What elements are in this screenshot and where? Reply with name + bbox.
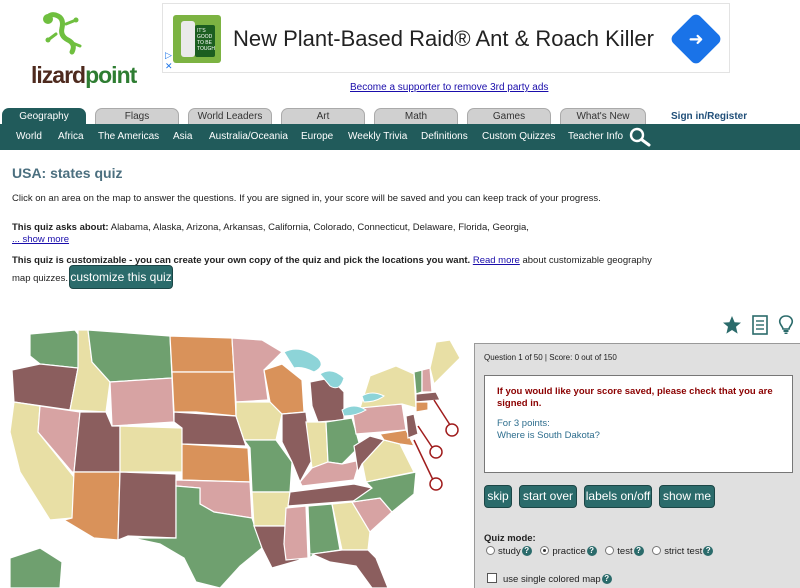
mode-strict-test-label: strict test: [664, 546, 703, 557]
read-more-link[interactable]: Read more: [473, 255, 520, 266]
subnav-australia-oceania[interactable]: Australia/Oceania: [209, 131, 288, 142]
subnav-asia[interactable]: Asia: [173, 131, 192, 142]
radio-practice[interactable]: [540, 546, 550, 555]
question-text: For 3 points: Where is South Dakota?: [497, 418, 780, 442]
state-alaska[interactable]: [9, 547, 63, 588]
document-icon[interactable]: [751, 315, 769, 335]
skip-button[interactable]: skip: [484, 485, 512, 508]
tab-games[interactable]: Games: [467, 108, 551, 124]
signin-warning-line1: If you would like your score saved, plea…: [497, 386, 773, 397]
tool-icons: [722, 314, 798, 336]
customize-quiz-button[interactable]: customize this quiz: [69, 265, 173, 289]
single-color-checkbox[interactable]: [487, 573, 497, 583]
mode-test-label: test: [617, 546, 633, 557]
state-maine[interactable]: [429, 339, 461, 386]
radio-test[interactable]: [605, 546, 615, 555]
quiz-intro: Click on an area on the map to answer th…: [12, 193, 601, 204]
customizable-rest: about customizable geography: [522, 255, 652, 266]
quiz-mode-label: Quiz mode:: [484, 533, 536, 544]
radio-study[interactable]: [486, 546, 495, 555]
state-south-dakota[interactable]: [171, 371, 237, 417]
ad-headline[interactable]: New Plant-Based Raid® Ant & Roach Killer: [233, 26, 654, 52]
state-vermont[interactable]: [413, 369, 423, 395]
tab-flags[interactable]: Flags: [95, 108, 179, 124]
subnav-custom-quizzes[interactable]: Custom Quizzes: [482, 131, 555, 142]
tab-world-leaders[interactable]: World Leaders: [188, 108, 272, 124]
tab-geography[interactable]: Geography: [2, 108, 86, 124]
quiz-asks-about: This quiz asks about: Alabama, Alaska, A…: [12, 221, 529, 234]
help-icon[interactable]: ?: [601, 574, 612, 584]
asks-states: Alabama, Alaska, Arizona, Arkansas, Cali…: [110, 222, 529, 233]
state-massachusetts[interactable]: [415, 391, 441, 403]
question-prompt: Where is South Dakota?: [497, 430, 600, 441]
logo-text: lizardpoint: [31, 62, 137, 88]
ad-info-icon[interactable]: ▷ ✕: [165, 50, 173, 72]
state-colorado[interactable]: [119, 425, 183, 473]
state-kansas[interactable]: [181, 443, 251, 483]
state-washington[interactable]: [29, 329, 81, 369]
state-mississippi[interactable]: [283, 505, 309, 561]
state-florida[interactable]: [309, 549, 389, 588]
lizard-icon: [43, 12, 82, 55]
state-north-dakota[interactable]: [169, 335, 235, 373]
signin-link[interactable]: Sign in/Register: [671, 111, 747, 122]
mode-study-label: study: [498, 546, 521, 557]
small-state-callouts[interactable]: [413, 399, 459, 491]
subnav-europe[interactable]: Europe: [301, 131, 333, 142]
subnav-africa[interactable]: Africa: [58, 131, 84, 142]
labels-toggle-button[interactable]: labels on/off: [584, 485, 652, 508]
question-points: For 3 points:: [497, 418, 550, 429]
state-wyoming[interactable]: [109, 377, 175, 427]
single-color-option: use single colored map?: [487, 573, 618, 585]
show-me-button[interactable]: show me: [659, 485, 715, 508]
single-color-label: use single colored map: [503, 574, 601, 585]
tab-whats-new[interactable]: What's New: [560, 108, 646, 124]
start-over-button[interactable]: start over: [519, 485, 577, 508]
radio-strict-test[interactable]: [652, 546, 662, 555]
supporter-link[interactable]: Become a supporter to remove 3rd party a…: [350, 82, 548, 93]
quiz-status: Question 1 of 50 | Score: 0 out of 150: [484, 353, 617, 362]
customizable-line2: map quizzes.: [12, 273, 68, 284]
star-icon[interactable]: [722, 315, 742, 335]
signin-warning-line2: signed in.: [497, 398, 542, 409]
help-icon[interactable]: ?: [703, 546, 714, 556]
subnav-world[interactable]: World: [16, 131, 42, 142]
subnav-weekly-trivia[interactable]: Weekly Trivia: [348, 131, 407, 142]
show-more-link[interactable]: ... show more: [12, 233, 69, 246]
asks-label: This quiz asks about:: [12, 222, 109, 233]
tab-art[interactable]: Art: [281, 108, 365, 124]
usa-states-map[interactable]: [0, 322, 470, 588]
subnav-the-americas[interactable]: The Americas: [98, 131, 159, 142]
lizardpoint-logo[interactable]: lizardpoint: [14, 10, 137, 88]
help-icon[interactable]: ?: [633, 546, 644, 556]
quiz-panel: Question 1 of 50 | Score: 0 out of 150 I…: [474, 343, 800, 588]
mode-practice-label: practice: [552, 546, 586, 557]
subnav-definitions[interactable]: Definitions: [421, 131, 468, 142]
signin-warning: If you would like your score saved, plea…: [497, 386, 780, 410]
advertisement[interactable]: IT'S GOOD TO BE TOUGH New Plant-Based Ra…: [162, 3, 730, 73]
ad-product-badge: IT'S GOOD TO BE TOUGH: [195, 25, 215, 57]
subnav-teacher-info[interactable]: Teacher Info: [568, 131, 623, 142]
search-icon[interactable]: [628, 127, 652, 147]
page-title: USA: states quiz: [12, 165, 123, 181]
question-box: If you would like your score saved, plea…: [484, 375, 793, 473]
help-icon[interactable]: ?: [586, 546, 597, 556]
state-nebraska[interactable]: [173, 411, 247, 447]
state-connecticut[interactable]: [415, 401, 429, 413]
lightbulb-icon[interactable]: [778, 315, 794, 335]
directions-arrow-icon[interactable]: ➜: [669, 12, 723, 66]
state-new-jersey[interactable]: [405, 413, 419, 439]
ad-product-image: IT'S GOOD TO BE TOUGH: [173, 15, 221, 63]
quiz-mode-options: study? practice? test? strict test?: [486, 546, 719, 557]
state-new-mexico[interactable]: [117, 471, 177, 541]
help-icon[interactable]: ?: [521, 546, 532, 556]
state-arkansas[interactable]: [251, 491, 291, 527]
tab-math[interactable]: Math: [374, 108, 458, 124]
sub-navigation: World Africa The Americas Asia Australia…: [0, 124, 800, 150]
